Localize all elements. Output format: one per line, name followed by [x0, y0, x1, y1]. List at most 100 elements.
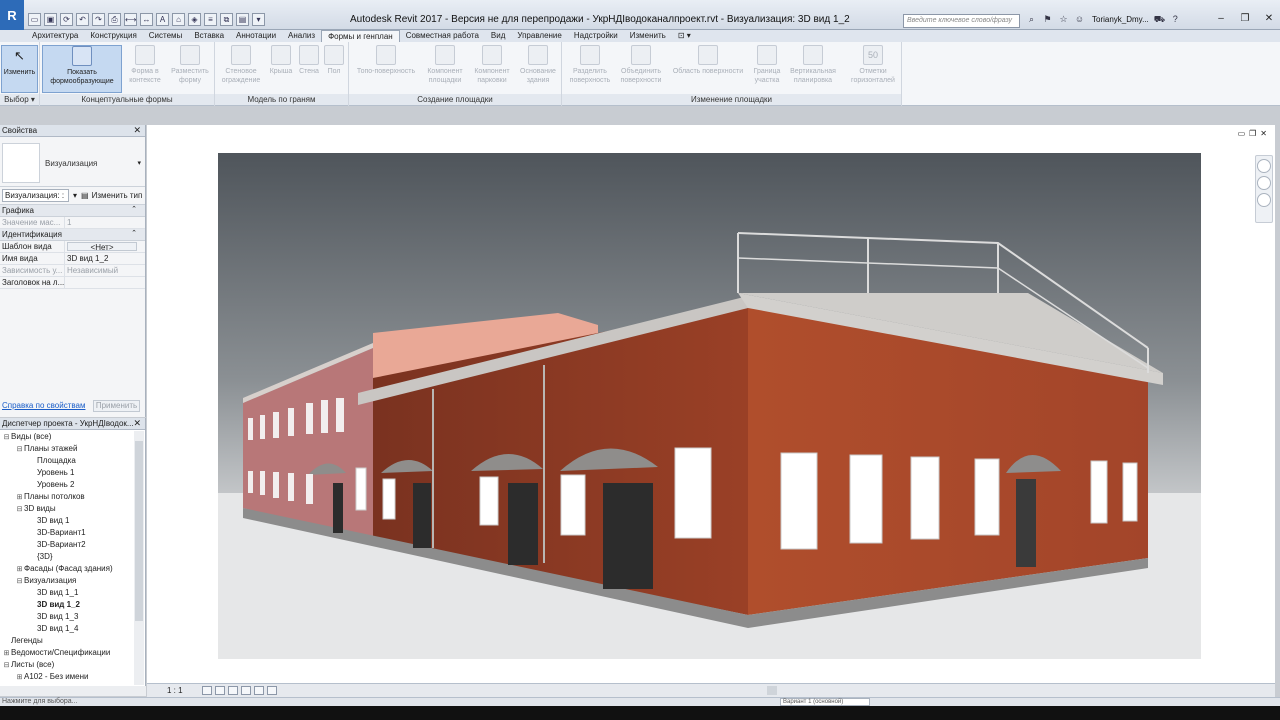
tab-architecture[interactable]: Архитектура: [26, 30, 84, 42]
browser-item[interactable]: ⊟ Листы (все): [0, 659, 134, 671]
section-icon[interactable]: ◈: [188, 13, 201, 26]
browser-item[interactable]: ⊟ 3D виды: [0, 503, 134, 515]
browser-item[interactable]: Площадка: [0, 455, 134, 467]
browser-item[interactable]: ⊞ A102 - Без имени: [0, 671, 134, 683]
save-icon[interactable]: ▣: [44, 13, 57, 26]
tab-annotate[interactable]: Аннотации: [230, 30, 282, 42]
floor-by-face-button[interactable]: Пол: [323, 45, 345, 76]
open-icon[interactable]: ▭: [28, 13, 41, 26]
browser-item[interactable]: Уровень 1: [0, 467, 134, 479]
dimension-icon[interactable]: ↔: [140, 13, 153, 26]
close-icon[interactable]: ✕: [1262, 13, 1276, 25]
search-input[interactable]: Введите ключевое слово/фразу: [903, 14, 1020, 28]
browser-item[interactable]: 3D вид 1_2: [0, 599, 134, 611]
crop-view-icon[interactable]: [267, 686, 277, 695]
binoculars-icon[interactable]: ⌕: [1026, 14, 1037, 25]
user-icon[interactable]: ☺: [1074, 14, 1085, 25]
close-icon[interactable]: ✕: [1260, 129, 1267, 138]
browser-item[interactable]: 3D вид 1_3: [0, 611, 134, 623]
browser-horizontal-scrollbar[interactable]: [0, 686, 146, 696]
view-name-field[interactable]: 3D вид 1_2: [65, 253, 145, 264]
scroll-thumb[interactable]: [135, 441, 143, 621]
split-surface-button[interactable]: Разделить поверхность: [566, 45, 614, 85]
browser-item[interactable]: Уровень 2: [0, 479, 134, 491]
graded-region-button[interactable]: Вертикальная планировка: [786, 45, 840, 85]
ribbon-minimize-icon[interactable]: ⊡ ▾: [672, 30, 697, 42]
modify-button[interactable]: ↖ Изменить: [1, 45, 38, 93]
in-place-mass-button[interactable]: Форма в контексте: [126, 45, 164, 85]
site-component-button[interactable]: Компонент площадки: [423, 45, 467, 85]
browser-item[interactable]: ⊞ Планы потолков: [0, 491, 134, 503]
building-pad-button[interactable]: Основание здания: [517, 45, 559, 85]
view-scale[interactable]: 1 : 1: [167, 686, 183, 695]
edit-type-button[interactable]: ▤ Изменить тип: [81, 191, 142, 200]
browser-item[interactable]: ⊟ Виды (все): [0, 431, 134, 443]
undo-icon[interactable]: ↶: [76, 13, 89, 26]
cart-icon[interactable]: ⛟: [1154, 14, 1165, 25]
browser-item[interactable]: 3D вид 1: [0, 515, 134, 527]
zoom-icon[interactable]: [1257, 176, 1271, 190]
select-dropdown[interactable]: Выбор ▾: [0, 94, 39, 105]
tab-structure[interactable]: Конструкция: [84, 30, 142, 42]
tab-insert[interactable]: Вставка: [188, 30, 230, 42]
apply-button[interactable]: Применить: [93, 400, 140, 412]
browser-item[interactable]: ⊞ Фасады (Фасад здания): [0, 563, 134, 575]
steering-wheel-icon[interactable]: [1257, 159, 1271, 173]
print-icon[interactable]: ⎙: [108, 13, 121, 26]
favorites-icon[interactable]: ☆: [1058, 14, 1069, 25]
collapse-icon[interactable]: ⌃: [131, 205, 137, 213]
tab-systems[interactable]: Системы: [143, 30, 189, 42]
shadows-icon[interactable]: [241, 686, 251, 695]
close-hidden-icon[interactable]: ⧉: [220, 13, 233, 26]
browser-item[interactable]: {3D}: [0, 551, 134, 563]
drawing-area[interactable]: ▭ ❐ ✕: [147, 125, 1275, 683]
close-icon[interactable]: ✕: [133, 418, 141, 429]
browser-item[interactable]: ⊟ Планы этажей: [0, 443, 134, 455]
restore-icon[interactable]: ❐: [1238, 13, 1252, 25]
label-contours-button[interactable]: 50 Отметки горизонталей: [846, 45, 900, 85]
browser-item[interactable]: 3D вид 1_4: [0, 623, 134, 635]
show-mass-button[interactable]: Показать формообразующие: [42, 45, 122, 93]
instance-selector[interactable]: Визуализация: :: [2, 189, 69, 202]
pan-icon[interactable]: [1257, 193, 1271, 207]
roof-by-face-button[interactable]: Крыша: [267, 45, 295, 76]
redo-icon[interactable]: ↷: [92, 13, 105, 26]
text-icon[interactable]: A: [156, 13, 169, 26]
minimize-icon[interactable]: ▭: [1238, 129, 1246, 138]
place-mass-button[interactable]: Разместить форму: [168, 45, 212, 85]
3d-view-icon[interactable]: ⌂: [172, 13, 185, 26]
browser-item[interactable]: ⊞ Ведомости/Спецификации: [0, 647, 134, 659]
tab-modify[interactable]: Изменить: [624, 30, 672, 42]
merge-surfaces-button[interactable]: Объединить поверхности: [616, 45, 666, 85]
group-graphics[interactable]: Графика ⌃: [0, 205, 145, 217]
browser-scrollbar[interactable]: [134, 431, 144, 685]
properties-help-link[interactable]: Справка по свойствам: [2, 401, 85, 410]
render-icon[interactable]: [254, 686, 264, 695]
revit-logo-button[interactable]: R: [0, 0, 24, 30]
chevron-down-icon[interactable]: ▾: [137, 159, 141, 167]
browser-item[interactable]: 3D-Вариант2: [0, 539, 134, 551]
tab-addins[interactable]: Надстройки: [568, 30, 624, 42]
model-site-label[interactable]: Создание площадки: [349, 94, 561, 105]
parking-component-button[interactable]: Компонент парковки: [469, 45, 515, 85]
customize-qat-icon[interactable]: ▾: [252, 13, 265, 26]
browser-item[interactable]: 3D-Вариант1: [0, 527, 134, 539]
measure-icon[interactable]: ⟷: [124, 13, 137, 26]
tab-analyze[interactable]: Анализ: [282, 30, 321, 42]
close-icon[interactable]: ✕: [133, 125, 141, 136]
tab-collaborate[interactable]: Совместная работа: [400, 30, 485, 42]
visual-style-icon[interactable]: [215, 686, 225, 695]
browser-item[interactable]: 3D вид 1_1: [0, 587, 134, 599]
thin-lines-icon[interactable]: ≡: [204, 13, 217, 26]
restore-icon[interactable]: ❐: [1249, 129, 1256, 138]
tab-massing-site[interactable]: Формы и генплан: [321, 30, 400, 42]
detail-level-icon[interactable]: [202, 686, 212, 695]
active-workset[interactable]: Вариант 1 (основной): [780, 698, 870, 706]
expand-icon[interactable]: ⊞: [15, 672, 24, 684]
sync-icon[interactable]: ⟳: [60, 13, 73, 26]
tab-manage[interactable]: Управление: [511, 30, 567, 42]
subscription-icon[interactable]: ⚑: [1042, 14, 1053, 25]
subregion-button[interactable]: Область поверхности: [668, 45, 748, 76]
type-selector[interactable]: Визуализация ▾: [0, 143, 145, 187]
help-icon[interactable]: ?: [1170, 14, 1181, 25]
